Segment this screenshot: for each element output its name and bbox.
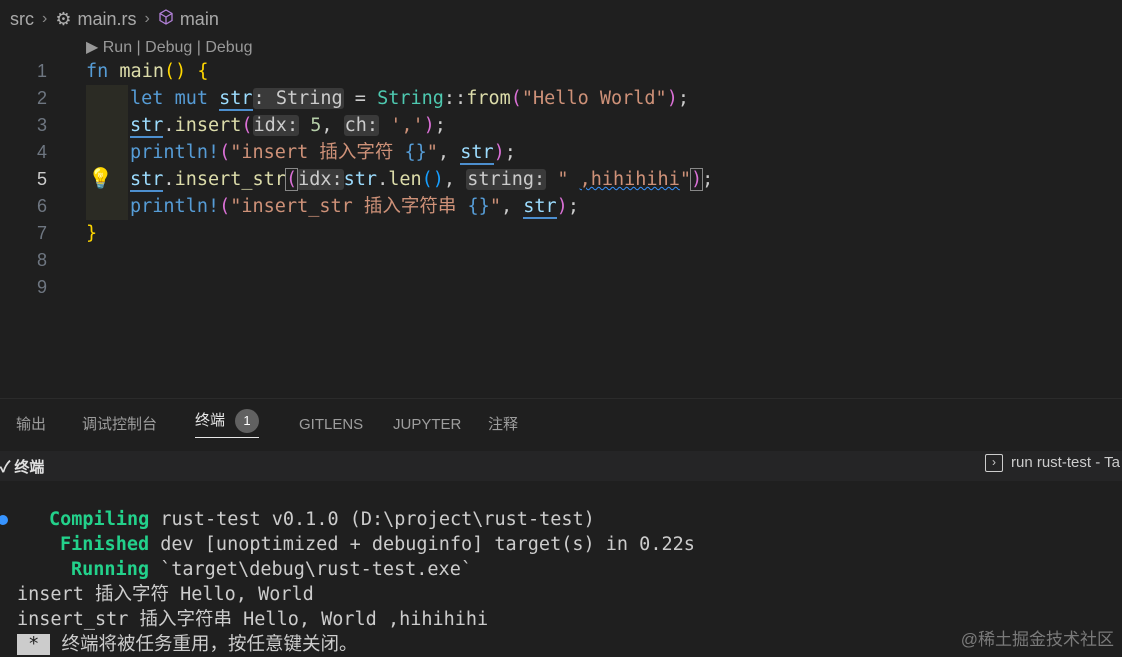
indent-guide xyxy=(86,139,128,166)
watermark: @稀土掘金技术社区 xyxy=(960,630,1114,649)
terminal-section-title[interactable]: ✓ 终端 xyxy=(0,456,44,477)
chevron-right-icon: › xyxy=(42,10,48,27)
terminal-line: * 终端将被任务重用，按任意键关闭。 xyxy=(17,634,358,655)
code-line: 7 } xyxy=(0,220,1122,247)
code-line: 6 println!("insert_str 插入字符串 {}", str); xyxy=(0,193,1122,220)
terminal-task-item[interactable]: › run rust-test - Ta xyxy=(985,454,1120,473)
code-line: 4 println!("insert 插入字符 {}", str); xyxy=(0,139,1122,166)
code-editor[interactable]: 1 fn main() { 2 let mut str: String = St… xyxy=(0,58,1122,388)
indent-guide xyxy=(86,193,128,220)
codelens-run-debug[interactable]: ▶ Run | Debug | Debug xyxy=(86,37,253,59)
breadcrumb-symbol[interactable]: main xyxy=(180,9,219,30)
tab-debug-console[interactable]: 调试控制台 xyxy=(82,413,157,441)
terminal-header: ✓ 终端 › run rust-test - Ta xyxy=(0,451,1122,481)
terminal-title-text: 终端 xyxy=(14,459,45,476)
terminal-line: Finished dev [unoptimized + debuginfo] t… xyxy=(60,534,695,555)
breadcrumb-file[interactable]: main.rs xyxy=(77,9,136,30)
code-line: 1 fn main() { xyxy=(0,58,1122,85)
terminal-icon: › xyxy=(985,454,1003,473)
terminal-line: Running `target\debug\rust-test.exe` xyxy=(71,559,472,580)
terminal-line: insert 插入字符 Hello, World xyxy=(17,584,314,605)
code-line: 9 xyxy=(0,274,1122,301)
code-line-active: 5 💡 str.insert_str(idx:str.len(), string… xyxy=(0,166,1122,193)
code-text: let mut str: String = String::from("Hell… xyxy=(130,88,689,111)
chevron-down-icon: ✓ xyxy=(0,459,15,476)
rust-icon: ⚙ xyxy=(55,8,72,29)
code-line: 2 let mut str: String = String::from("He… xyxy=(0,85,1122,112)
tab-terminal[interactable]: 终端 1 xyxy=(195,409,260,438)
cube-icon xyxy=(158,8,174,30)
breadcrumb: src › ⚙ main.rs › main xyxy=(0,0,1122,38)
tab-terminal-label: 终端 xyxy=(195,412,226,429)
code-line: 8 xyxy=(0,247,1122,274)
terminal-line: insert_str 插入字符串 Hello, World ,hihihihi xyxy=(17,609,489,630)
code-text: println!("insert_str 插入字符串 {}", str); xyxy=(130,196,579,219)
terminal-count-badge: 1 xyxy=(235,409,260,434)
code-text: fn main() { xyxy=(86,61,209,82)
bottom-panel: 输出 调试控制台 终端 1 GITLENS JUPYTER 注释 ✓ 终端 › ru… xyxy=(0,398,1122,656)
task-status-dot xyxy=(0,515,8,525)
line-number: 9 xyxy=(36,277,47,297)
tab-comments[interactable]: 注释 xyxy=(488,413,518,441)
line-number: 8 xyxy=(36,250,47,270)
line-number: 4 xyxy=(36,142,47,162)
code-text: } xyxy=(86,223,98,244)
code-text: println!("insert 插入字符 {}", str); xyxy=(130,142,516,165)
lightbulb-icon[interactable]: 💡 xyxy=(88,166,113,193)
code-line: 3 str.insert(idx: 5, ch: ','); xyxy=(0,112,1122,139)
indent-guide xyxy=(86,85,128,112)
indent-guide xyxy=(86,112,128,139)
code-text: str.insert(idx: 5, ch: ','); xyxy=(130,115,446,138)
line-number: 6 xyxy=(36,196,47,216)
tab-output[interactable]: 输出 xyxy=(16,413,46,441)
line-number: 1 xyxy=(36,61,47,81)
panel-tabs: 输出 调试控制台 终端 1 GITLENS JUPYTER 注释 xyxy=(0,399,1122,449)
line-number: 3 xyxy=(36,115,47,135)
line-number: 7 xyxy=(36,223,47,243)
chevron-right-icon: › xyxy=(144,10,150,27)
task-label: run rust-test - Ta xyxy=(1011,454,1120,471)
tab-gitlens[interactable]: GITLENS xyxy=(299,413,363,441)
breadcrumb-folder[interactable]: src xyxy=(10,9,34,30)
line-number: 5 xyxy=(36,169,47,189)
terminal-line: Compiling rust-test v0.1.0 (D:\project\r… xyxy=(49,509,595,530)
line-number: 2 xyxy=(36,88,47,108)
tab-jupyter[interactable]: JUPYTER xyxy=(393,413,461,441)
code-text: str.insert_str(idx:str.len(), string: " … xyxy=(130,168,714,192)
